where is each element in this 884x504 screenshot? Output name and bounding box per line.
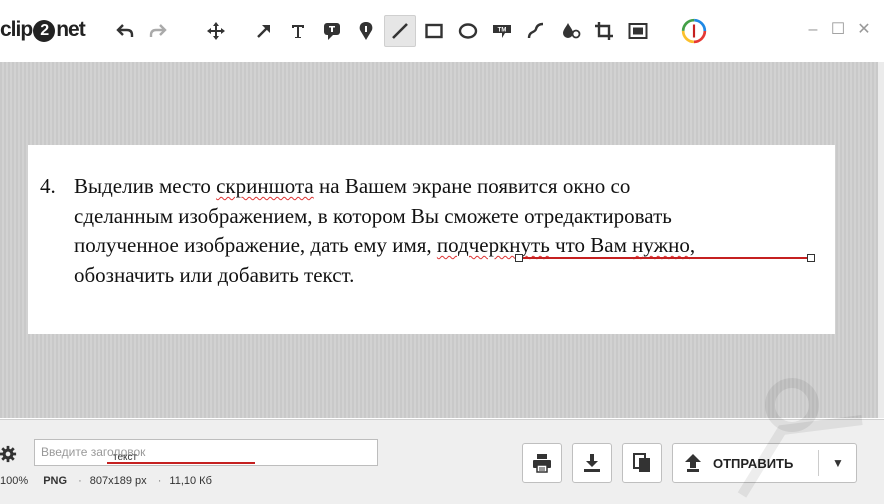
typed-text-underline[interactable] (107, 462, 255, 464)
send-button-group: ОТПРАВИТЬ ▼ (672, 443, 857, 483)
line-icon[interactable] (384, 15, 416, 47)
send-button[interactable]: ОТПРАВИТЬ (673, 444, 818, 482)
save-button[interactable] (572, 443, 612, 483)
callout-icon[interactable] (316, 15, 348, 47)
line-end-handle[interactable] (807, 254, 815, 262)
zoom-level[interactable]: 100% (0, 475, 28, 487)
separator-dot: · (157, 475, 162, 487)
color-picker-icon[interactable] (678, 15, 710, 47)
ellipse-icon[interactable] (452, 15, 484, 47)
rectangle-icon[interactable] (418, 15, 450, 47)
copy-icon (633, 453, 650, 472)
image-dimensions: 807x189 px (89, 475, 147, 487)
file-size: 11,10 Кб (169, 475, 212, 487)
blur-icon[interactable] (555, 15, 587, 47)
maximize-icon[interactable]: ☐ (830, 22, 846, 38)
text-line-2: сделанным изображением, в котором Вы смо… (74, 203, 672, 228)
svg-text:TM: TM (498, 28, 507, 34)
line-start-handle[interactable] (515, 254, 523, 262)
stamp-icon[interactable]: TM (486, 15, 518, 47)
print-button[interactable] (522, 443, 562, 483)
send-label: ОТПРАВИТЬ (713, 455, 794, 471)
undo-icon[interactable] (109, 15, 141, 47)
drawn-underline[interactable] (518, 257, 811, 259)
toolbar: clip 2 net TM – ☐ ✕ (0, 0, 884, 63)
resize-icon[interactable] (622, 15, 654, 47)
text-line-4: обозначить или добавить текст. (74, 262, 355, 287)
move-icon[interactable] (200, 15, 232, 47)
copy-button[interactable] (622, 443, 662, 483)
download-icon (584, 454, 600, 472)
pin-icon[interactable] (350, 15, 382, 47)
format-selector[interactable]: PNG (43, 475, 67, 487)
image-info: 100% PNG · 807x189 px · 11,10 Кб (0, 475, 212, 487)
crop-icon[interactable] (588, 15, 620, 47)
printer-icon (533, 454, 551, 473)
list-number: 4. (40, 174, 56, 198)
text-line-1: Выделив место скриншота на Вашем экране … (74, 174, 631, 198)
minimize-icon[interactable]: – (805, 22, 821, 38)
arrow-icon[interactable] (248, 15, 280, 47)
redo-icon[interactable] (142, 15, 174, 47)
upload-icon (685, 454, 701, 472)
settings-gear-icon[interactable] (0, 445, 17, 463)
close-icon[interactable]: ✕ (856, 22, 872, 38)
send-dropdown-icon[interactable]: ▼ (819, 444, 857, 482)
text-icon[interactable] (282, 15, 314, 47)
separator-dot: · (78, 475, 82, 487)
vertical-scrollbar[interactable] (878, 62, 884, 418)
app-logo: clip 2 net (0, 18, 86, 42)
curve-icon[interactable] (520, 15, 552, 47)
